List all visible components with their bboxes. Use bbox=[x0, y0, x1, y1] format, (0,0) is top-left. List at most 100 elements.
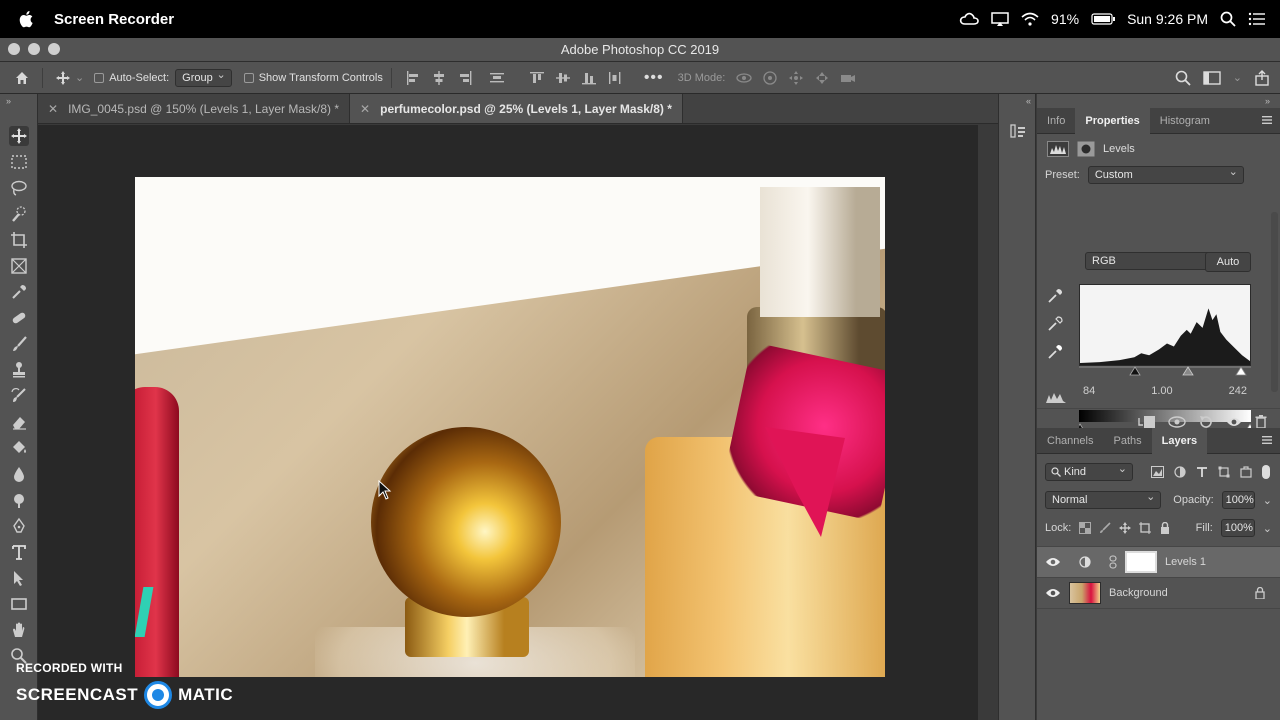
panel-menu-icon[interactable] bbox=[1262, 115, 1272, 125]
paint-bucket-tool-icon[interactable] bbox=[9, 438, 29, 458]
layer-thumbnail[interactable] bbox=[1069, 582, 1101, 604]
frame-tool-icon[interactable] bbox=[9, 256, 29, 276]
workspace-icon[interactable] bbox=[1203, 70, 1221, 85]
auto-select-checkbox[interactable] bbox=[94, 72, 105, 83]
tab-layers[interactable]: Layers bbox=[1151, 427, 1208, 454]
layer-filter-dropdown[interactable]: Kind bbox=[1045, 461, 1133, 481]
adjustments-panel-icon[interactable] bbox=[1009, 122, 1027, 140]
battery-icon[interactable] bbox=[1091, 13, 1116, 25]
collapse-toolbar-icon[interactable]: » bbox=[0, 94, 37, 108]
home-icon[interactable] bbox=[10, 66, 34, 90]
notification-center-icon[interactable] bbox=[1248, 12, 1266, 26]
lock-position-icon[interactable] bbox=[1119, 522, 1132, 534]
tab-histogram[interactable]: Histogram bbox=[1150, 108, 1220, 134]
canvas-area[interactable] bbox=[38, 125, 978, 720]
type-tool-icon[interactable] bbox=[9, 542, 29, 562]
3d-camera-icon[interactable] bbox=[839, 70, 857, 86]
more-options-icon[interactable]: ••• bbox=[644, 69, 664, 87]
layer-lock-icon[interactable] bbox=[1254, 587, 1266, 599]
align-horizontal-centers-icon[interactable] bbox=[430, 70, 448, 86]
lock-all-icon[interactable] bbox=[1159, 522, 1171, 534]
filter-toggle-icon[interactable] bbox=[1262, 465, 1270, 479]
input-level-sliders[interactable] bbox=[1079, 366, 1251, 376]
active-app-name[interactable]: Screen Recorder bbox=[54, 11, 174, 28]
align-top-edges-icon[interactable] bbox=[528, 70, 546, 86]
input-gamma-value[interactable]: 1.00 bbox=[1151, 385, 1172, 397]
3d-orbit-icon[interactable] bbox=[735, 70, 753, 86]
fill-field[interactable]: 100% bbox=[1220, 519, 1255, 537]
pixel-layer-filter-icon[interactable] bbox=[1151, 466, 1164, 478]
toggle-visibility-icon[interactable] bbox=[1226, 416, 1242, 428]
blur-tool-icon[interactable] bbox=[9, 464, 29, 484]
auto-select-dropdown[interactable]: Group bbox=[175, 67, 232, 87]
tab-channels[interactable]: Channels bbox=[1037, 428, 1103, 454]
path-selection-tool-icon[interactable] bbox=[9, 568, 29, 588]
document-tab[interactable]: ✕ IMG_0045.psd @ 150% (Levels 1, Layer M… bbox=[38, 94, 351, 123]
dodge-tool-icon[interactable] bbox=[9, 490, 29, 510]
airplay-icon[interactable] bbox=[991, 12, 1009, 26]
lasso-tool-icon[interactable] bbox=[9, 178, 29, 198]
align-vertical-centers-icon[interactable] bbox=[554, 70, 572, 86]
mask-link-icon[interactable] bbox=[1109, 555, 1117, 569]
close-tab-icon[interactable]: ✕ bbox=[360, 102, 370, 116]
align-left-edges-icon[interactable] bbox=[404, 70, 422, 86]
type-layer-filter-icon[interactable] bbox=[1196, 466, 1208, 478]
apple-logo-icon[interactable] bbox=[18, 10, 36, 28]
crop-tool-icon[interactable] bbox=[9, 230, 29, 250]
spotlight-search-icon[interactable] bbox=[1220, 11, 1236, 27]
layer-mask-icon[interactable] bbox=[1077, 141, 1095, 157]
reset-adjustment-icon[interactable] bbox=[1198, 415, 1214, 429]
lock-transparent-pixels-icon[interactable] bbox=[1079, 522, 1092, 534]
document-tab-active[interactable]: ✕ perfumecolor.psd @ 25% (Levels 1, Laye… bbox=[350, 94, 683, 123]
distribute-vertical-icon[interactable] bbox=[488, 70, 506, 86]
blend-mode-dropdown[interactable]: Normal bbox=[1045, 489, 1162, 509]
transform-controls-checkbox[interactable] bbox=[243, 72, 254, 83]
black-point-eyedropper-icon[interactable] bbox=[1047, 288, 1063, 304]
layer-name[interactable]: Levels 1 bbox=[1165, 556, 1206, 568]
hand-tool-icon[interactable] bbox=[9, 620, 29, 640]
zoom-window-button[interactable] bbox=[48, 43, 60, 55]
chevron-down-icon[interactable]: ⌄ bbox=[1263, 494, 1272, 507]
shape-layer-filter-icon[interactable] bbox=[1218, 466, 1230, 478]
chevron-down-icon[interactable]: ⌄ bbox=[75, 71, 84, 84]
document-canvas-image[interactable] bbox=[135, 177, 885, 677]
marquee-tool-icon[interactable] bbox=[9, 152, 29, 172]
panel-menu-icon[interactable] bbox=[1262, 435, 1272, 445]
close-window-button[interactable] bbox=[8, 43, 20, 55]
align-right-edges-icon[interactable] bbox=[456, 70, 474, 86]
auto-select-toggle[interactable]: Auto-Select: bbox=[94, 72, 169, 84]
healing-brush-tool-icon[interactable] bbox=[9, 308, 29, 328]
lock-artboard-icon[interactable] bbox=[1139, 522, 1152, 534]
chevron-down-icon[interactable]: ⌄ bbox=[1263, 522, 1272, 535]
chevron-down-icon[interactable]: ⌄ bbox=[1233, 71, 1242, 84]
view-previous-state-icon[interactable] bbox=[1168, 415, 1186, 429]
input-black-value[interactable]: 84 bbox=[1079, 385, 1095, 397]
minimize-window-button[interactable] bbox=[28, 43, 40, 55]
eyedropper-tool-icon[interactable] bbox=[9, 282, 29, 302]
tab-info[interactable]: Info bbox=[1037, 108, 1075, 134]
3d-pan-icon[interactable] bbox=[787, 70, 805, 86]
clip-to-layer-icon[interactable] bbox=[1138, 415, 1156, 429]
input-white-value[interactable]: 242 bbox=[1229, 385, 1251, 397]
brush-tool-icon[interactable] bbox=[9, 334, 29, 354]
delete-adjustment-icon[interactable] bbox=[1254, 414, 1268, 429]
history-brush-tool-icon[interactable] bbox=[9, 386, 29, 406]
layer-visibility-eye-icon[interactable] bbox=[1045, 587, 1061, 599]
layer-row-background[interactable]: Background bbox=[1037, 578, 1280, 609]
smart-object-filter-icon[interactable] bbox=[1240, 466, 1252, 478]
wifi-icon[interactable] bbox=[1021, 12, 1039, 26]
properties-scrollbar[interactable] bbox=[1271, 212, 1278, 392]
creative-cloud-icon[interactable] bbox=[959, 12, 979, 26]
gray-point-eyedropper-icon[interactable] bbox=[1047, 316, 1063, 332]
share-icon[interactable] bbox=[1254, 69, 1270, 86]
adjustment-layer-filter-icon[interactable] bbox=[1174, 466, 1186, 478]
layer-mask-thumbnail[interactable] bbox=[1125, 551, 1157, 573]
auto-levels-button[interactable]: Auto bbox=[1205, 252, 1251, 272]
eraser-tool-icon[interactable] bbox=[9, 412, 29, 432]
menu-clock[interactable]: Sun 9:26 PM bbox=[1127, 11, 1208, 27]
pen-tool-icon[interactable] bbox=[9, 516, 29, 536]
rectangle-tool-icon[interactable] bbox=[9, 594, 29, 614]
layer-name[interactable]: Background bbox=[1109, 587, 1168, 599]
tab-paths[interactable]: Paths bbox=[1103, 428, 1151, 454]
align-bottom-edges-icon[interactable] bbox=[580, 70, 598, 86]
